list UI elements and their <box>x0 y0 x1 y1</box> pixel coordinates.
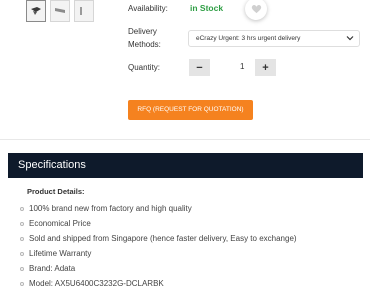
list-item: Sold and shipped from Singapore (hence f… <box>20 231 297 246</box>
thumbnail-3[interactable] <box>74 0 94 22</box>
specifications-list: 100% brand new from factory and high qua… <box>20 201 297 291</box>
spec-text: Lifetime Warranty <box>29 249 92 258</box>
bullet-icon <box>20 281 24 286</box>
chevron-down-icon <box>346 36 354 41</box>
delivery-method-select[interactable]: eCrazy Urgent: 3 hrs urgent delivery <box>188 30 360 47</box>
spec-text: Model: AX5U6400C3232G-DCLARBK <box>29 279 164 288</box>
product-details-label: Product Details: <box>27 187 85 196</box>
quantity-decrement-button[interactable]: − <box>189 59 210 76</box>
availability-label: Availability: <box>128 4 168 13</box>
thumbnail-strip <box>26 0 94 22</box>
quantity-label: Quantity: <box>128 63 161 72</box>
list-item: Model: AX5U6400C3232G-DCLARBK <box>20 276 297 291</box>
list-item: 100% brand new from factory and high qua… <box>20 201 297 216</box>
bullet-icon <box>20 206 24 211</box>
list-item: Economical Price <box>20 216 297 231</box>
heart-icon <box>251 5 261 14</box>
list-item: Lifetime Warranty <box>20 246 297 261</box>
spec-text: Economical Price <box>29 219 91 228</box>
delivery-label-line2: Methods: <box>128 40 161 49</box>
spec-text: 100% brand new from factory and high qua… <box>29 204 192 213</box>
thumbnail-2[interactable] <box>50 0 70 22</box>
rfq-button[interactable]: RFQ (REQUEST FOR QUOTATION) <box>128 100 253 120</box>
thumbnail-1[interactable] <box>26 0 46 22</box>
wishlist-button[interactable] <box>245 0 267 20</box>
quantity-value[interactable]: 1 <box>240 62 244 71</box>
divider <box>0 139 370 140</box>
quantity-increment-button[interactable]: + <box>255 59 276 76</box>
bullet-icon <box>20 266 24 271</box>
list-item: Brand: Adata <box>20 261 297 276</box>
product-image-icon <box>31 7 41 15</box>
bullet-icon <box>20 236 24 241</box>
delivery-method-value: eCrazy Urgent: 3 hrs urgent delivery <box>196 35 301 42</box>
specifications-header: Specifications <box>8 153 363 178</box>
spec-text: Sold and shipped from Singapore (hence f… <box>29 234 297 243</box>
bullet-icon <box>20 251 24 256</box>
stock-status: in Stock <box>190 3 224 13</box>
product-image-icon <box>55 8 65 13</box>
spec-text: Brand: Adata <box>29 264 76 273</box>
product-image-icon <box>80 7 82 15</box>
bullet-icon <box>20 221 24 226</box>
delivery-label-line1: Delivery <box>128 27 157 36</box>
